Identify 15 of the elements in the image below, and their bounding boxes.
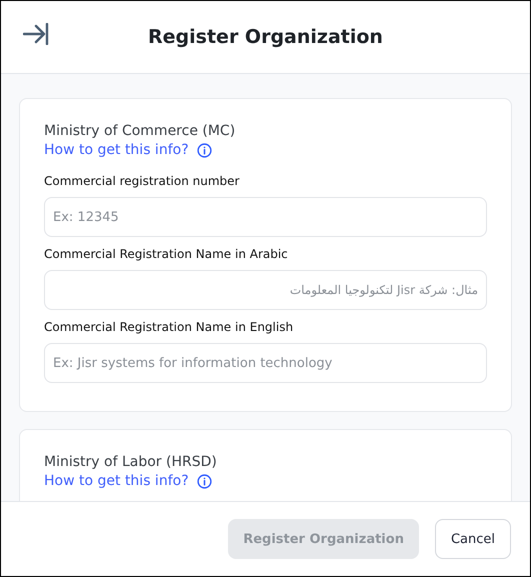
section-title: Ministry of Labor (HRSD) [44, 454, 218, 470]
dialog-title: Register Organization [148, 26, 383, 48]
info-icon[interactable] [196, 142, 212, 158]
field-label: Commercial registration number [44, 174, 240, 188]
cancel-button[interactable]: Cancel [434, 519, 511, 559]
input-field[interactable]: Ex: 12345 [44, 197, 487, 237]
input-field[interactable]: مثال: شركة Jisr لتكنولوجيا المعلومات [44, 270, 487, 310]
help-link[interactable]: How to get this info? [44, 473, 189, 489]
input-field[interactable]: Ex: Jisr systems for information technology [44, 343, 487, 383]
info-icon[interactable] [196, 474, 212, 488]
help-link[interactable]: How to get this info? [44, 142, 189, 158]
field-label: Commercial Registration Name in Arabic [44, 247, 289, 261]
field-label: Commercial Registration Name in English [44, 320, 294, 334]
section-title: Ministry of Commerce (MC) [44, 123, 236, 139]
collapse-icon[interactable] [23, 23, 49, 45]
